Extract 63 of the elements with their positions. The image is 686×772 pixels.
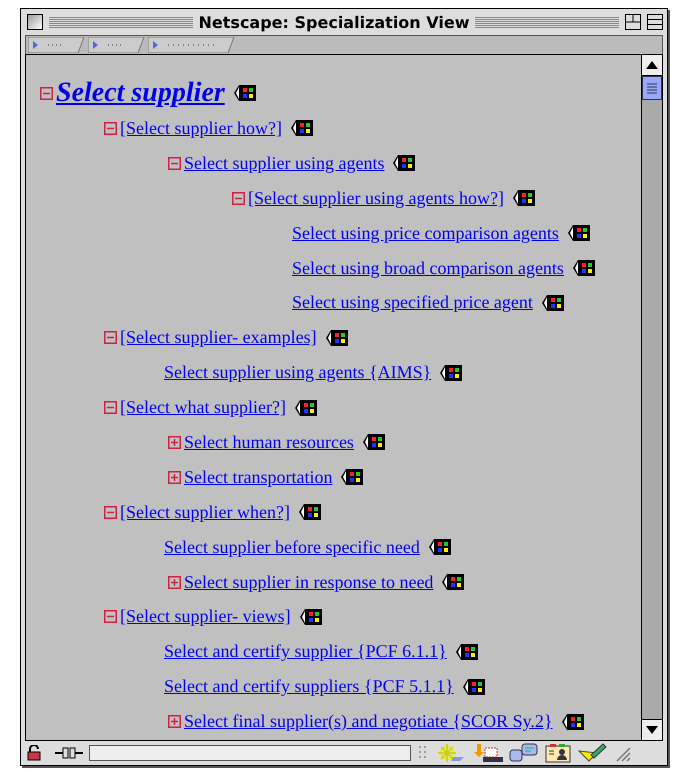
down-arrow-icon: [646, 726, 658, 734]
close-box[interactable]: [27, 14, 43, 30]
up-arrow-icon: [646, 61, 658, 69]
tag-icon[interactable]: [512, 189, 536, 208]
tag-icon[interactable]: [428, 538, 452, 556]
tree-link[interactable]: Select supplier using agents {AIMS}: [164, 362, 432, 384]
scrollbar[interactable]: [641, 55, 662, 740]
tag-icon[interactable]: [560, 712, 585, 731]
tree-link[interactable]: Select and certify supplier {PCF 6.1.1}: [164, 641, 447, 662]
tree-link[interactable]: Select using price comparison agents: [292, 222, 559, 244]
tag-icon[interactable]: [290, 119, 314, 138]
tag-icon[interactable]: [362, 433, 386, 452]
tree-link[interactable]: [Select supplier how?]: [120, 118, 282, 139]
tag-icon[interactable]: [439, 364, 464, 382]
tag-icon[interactable]: [232, 84, 257, 102]
tag-icon[interactable]: [294, 398, 318, 417]
scroll-thumb[interactable]: [642, 76, 662, 100]
tag-icon[interactable]: [572, 259, 596, 277]
collapse-toggle[interactable]: [104, 610, 117, 624]
tree-link[interactable]: [Select supplier when?]: [120, 502, 290, 523]
tag-icon[interactable]: [441, 573, 466, 592]
scroll-up-button[interactable]: [642, 55, 662, 76]
expand-toggle[interactable]: [168, 576, 181, 589]
tag-icon[interactable]: [392, 154, 416, 172]
tag-icon[interactable]: [462, 678, 486, 696]
scroll-down-button[interactable]: [642, 719, 662, 740]
tree-link[interactable]: Select supplier: [56, 77, 225, 109]
tag-icon[interactable]: [298, 503, 322, 522]
tag-icon[interactable]: [340, 468, 364, 486]
tree-link[interactable]: Select human resources: [184, 432, 354, 453]
tree-link[interactable]: Select transportation: [184, 466, 332, 488]
tree-link[interactable]: [Select supplier- views]: [120, 606, 291, 628]
expand-toggle[interactable]: [168, 470, 181, 484]
tree-link[interactable]: [Select what supplier?]: [120, 397, 286, 418]
collapse-toggle[interactable]: [104, 331, 117, 344]
plug-icon[interactable]: [55, 746, 83, 760]
collapse-toggle[interactable]: [104, 506, 117, 519]
tree-link[interactable]: Select using broad comparison agents: [292, 258, 564, 278]
collapse-toggle[interactable]: [40, 86, 53, 100]
expand-toggle[interactable]: [168, 715, 181, 728]
tag-icon[interactable]: [324, 328, 349, 347]
tree-link[interactable]: [Select supplier- examples]: [120, 327, 317, 348]
tree-link[interactable]: [Select supplier using agents how?]: [248, 188, 504, 209]
tree-link[interactable]: Select supplier before specific need: [164, 536, 420, 558]
chat-icon[interactable]: [509, 743, 539, 763]
tree-link[interactable]: Select final supplier(s) and negotiate {SCOR Sy.2}: [184, 711, 553, 732]
tag-icon[interactable]: [540, 294, 565, 312]
tree-link[interactable]: Select supplier in response to need: [184, 572, 434, 593]
collapse-icon[interactable]: [625, 14, 642, 30]
tree-link[interactable]: Select supplier using agents: [184, 152, 384, 174]
windowshade-icon[interactable]: [647, 14, 664, 30]
collapse-toggle[interactable]: [232, 192, 245, 205]
tag-icon[interactable]: [454, 642, 479, 661]
expand-toggle[interactable]: [168, 436, 181, 449]
window-title: Netscape: Specialization View: [198, 12, 470, 32]
tag-icon[interactable]: [566, 224, 591, 242]
tag-icon[interactable]: [298, 608, 323, 626]
tree-link[interactable]: Select and certify suppliers {PCF 5.1.1}: [164, 676, 454, 698]
address-card-icon[interactable]: [545, 743, 571, 763]
tree-link[interactable]: Select using specified price agent: [292, 292, 533, 314]
collapse-toggle[interactable]: [104, 401, 117, 414]
collapse-toggle[interactable]: [168, 156, 181, 170]
collapse-toggle[interactable]: [104, 122, 117, 135]
